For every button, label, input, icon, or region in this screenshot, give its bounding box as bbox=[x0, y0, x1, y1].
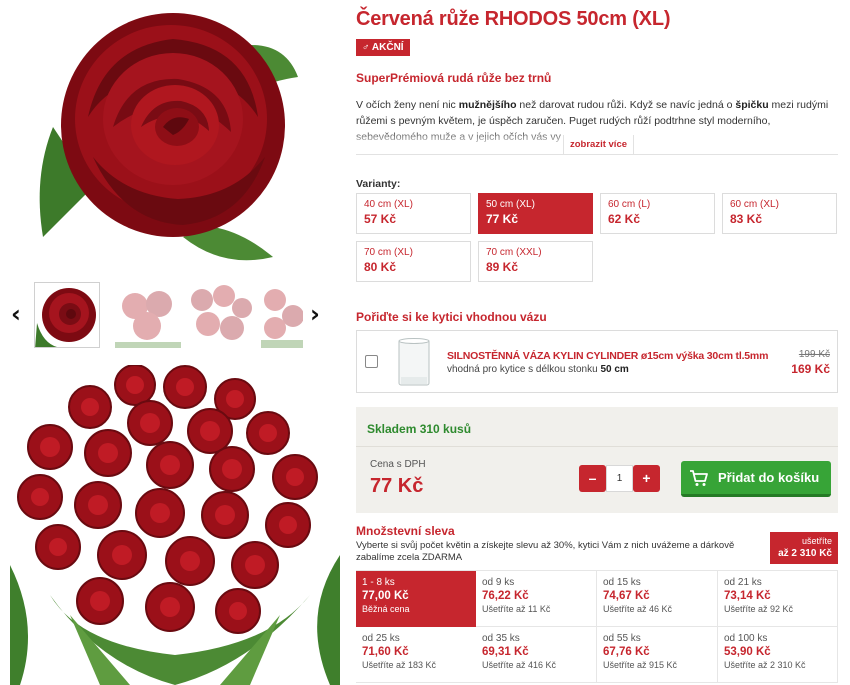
discount-tier[interactable]: od 9 ks 76,22 Kč Ušetříte až 11 Kč bbox=[476, 571, 597, 627]
tier-price: 69,31 Kč bbox=[482, 646, 529, 658]
vase-checkbox[interactable] bbox=[365, 355, 378, 368]
tier-save: Ušetříte až 416 Kč bbox=[482, 660, 557, 670]
tier-price: 73,14 Kč bbox=[724, 590, 771, 602]
discount-tier[interactable]: 1 - 8 ks 77,00 Kč Běžná cena bbox=[356, 571, 477, 627]
stock-status: Skladem 310 kusů bbox=[367, 422, 472, 436]
thumbnail-1[interactable] bbox=[34, 282, 100, 348]
variant-option[interactable]: 50 cm (XL) 77 Kč bbox=[478, 193, 593, 234]
tier-range: od 9 ks bbox=[482, 577, 515, 588]
variants-label: Varianty: bbox=[356, 178, 401, 190]
variant-size: 70 cm (XXL) bbox=[486, 247, 542, 258]
thumbnail-4[interactable] bbox=[261, 282, 303, 348]
vase-note: vhodná pro kytice s délkou stonku 50 cm bbox=[447, 364, 629, 375]
discount-tier[interactable]: od 25 ks 71,60 Kč Ušetříte až 183 Kč bbox=[356, 627, 477, 683]
price-label: Cena s DPH bbox=[370, 459, 426, 470]
tier-price: 76,22 Kč bbox=[482, 590, 529, 602]
vase-heading: Pořiďte si ke kytici vhodnou vázu bbox=[356, 310, 547, 324]
tier-price: 67,76 Kč bbox=[603, 646, 650, 658]
tier-save: Ušetříte až 92 Kč bbox=[724, 604, 794, 614]
quantity-input[interactable] bbox=[606, 465, 633, 492]
tier-range: od 25 ks bbox=[362, 633, 400, 644]
variant-price: 83 Kč bbox=[730, 212, 763, 226]
savings-label: ušetříte bbox=[801, 536, 832, 546]
discount-tier[interactable]: od 21 ks 73,14 Kč Ušetříte až 92 Kč bbox=[718, 571, 838, 627]
quantity-discount-heading: Množstevní sleva bbox=[356, 524, 455, 538]
variant-option[interactable]: 70 cm (XL) 80 Kč bbox=[356, 241, 471, 282]
variant-option[interactable]: 60 cm (L) 62 Kč bbox=[600, 193, 715, 234]
tier-price: 77,00 Kč bbox=[362, 590, 409, 602]
tier-save: Ušetříte až 183 Kč bbox=[362, 660, 437, 670]
quantity-increase-button[interactable]: + bbox=[633, 465, 660, 492]
vase-name[interactable]: SILNOSTĚNNÁ VÁZA KYLIN CYLINDER ø15cm vý… bbox=[447, 350, 768, 362]
price-value: 77 Kč bbox=[370, 475, 424, 497]
vase-offer: SILNOSTĚNNÁ VÁZA KYLIN CYLINDER ø15cm vý… bbox=[356, 330, 838, 393]
discount-tier[interactable]: od 35 ks 69,31 Kč Ušetříte až 416 Kč bbox=[476, 627, 597, 683]
tier-save: Běžná cena bbox=[362, 604, 410, 614]
tier-save: Ušetříte až 46 Kč bbox=[603, 604, 673, 614]
tier-save: Ušetříte až 915 Kč bbox=[603, 660, 678, 670]
variant-price: 80 Kč bbox=[364, 260, 397, 274]
tier-save: Ušetříte až 2 310 Kč bbox=[724, 660, 806, 670]
buy-box: Skladem 310 kusů Cena s DPH 77 Kč – + Př… bbox=[356, 407, 838, 513]
sale-badge: ♂ AKČNÍ bbox=[356, 39, 410, 56]
variant-size: 40 cm (XL) bbox=[364, 199, 413, 210]
variant-price: 62 Kč bbox=[608, 212, 641, 226]
buy-box-divider bbox=[356, 446, 838, 447]
tier-range: 1 - 8 ks bbox=[362, 577, 395, 588]
variant-price: 77 Kč bbox=[486, 212, 519, 226]
vase-image bbox=[398, 338, 430, 386]
main-product-photo[interactable] bbox=[33, 7, 299, 275]
discount-tier[interactable]: od 55 ks 67,76 Kč Ušetříte až 915 Kč bbox=[597, 627, 718, 683]
vase-new-price: 169 Kč bbox=[791, 362, 830, 376]
cart-icon bbox=[690, 470, 708, 486]
product-title: Červená růže RHODOS 50cm (XL) bbox=[356, 8, 671, 30]
tier-price: 53,90 Kč bbox=[724, 646, 771, 658]
add-to-cart-label: Přidat do košíku bbox=[718, 470, 820, 485]
thumbnail-2[interactable] bbox=[115, 282, 181, 348]
tier-range: od 35 ks bbox=[482, 633, 520, 644]
tier-range: od 15 ks bbox=[603, 577, 641, 588]
thumbnail-strip: ‹ › bbox=[0, 280, 340, 352]
tier-range: od 21 ks bbox=[724, 577, 762, 588]
variant-option[interactable]: 70 cm (XXL) 89 Kč bbox=[478, 241, 593, 282]
variant-price: 57 Kč bbox=[364, 212, 397, 226]
tier-price: 71,60 Kč bbox=[362, 646, 409, 658]
tier-range: od 100 ks bbox=[724, 633, 768, 644]
quantity-decrease-button[interactable]: – bbox=[579, 465, 606, 492]
gallery-prev-arrow-icon[interactable]: ‹ bbox=[11, 302, 21, 326]
savings-badge: ušetříte až 2 310 Kč bbox=[770, 532, 838, 564]
savings-value: až 2 310 Kč bbox=[778, 548, 832, 559]
discount-tier[interactable]: od 100 ks 53,90 Kč Ušetříte až 2 310 Kč bbox=[718, 627, 838, 683]
bouquet-photo[interactable] bbox=[10, 365, 340, 685]
add-to-cart-button[interactable]: Přidat do košíku bbox=[681, 461, 831, 497]
tier-save: Ušetříte až 11 Kč bbox=[482, 604, 551, 614]
vase-old-price: 199 Kč bbox=[798, 349, 830, 360]
variant-option[interactable]: 60 cm (XL) 83 Kč bbox=[722, 193, 837, 234]
product-subtitle: SuperPrémiová rudá růže bez trnů bbox=[356, 71, 552, 85]
variant-size: 60 cm (L) bbox=[608, 199, 651, 210]
variant-option[interactable]: 40 cm (XL) 57 Kč bbox=[356, 193, 471, 234]
tier-range: od 55 ks bbox=[603, 633, 641, 644]
variant-size: 70 cm (XL) bbox=[364, 247, 413, 258]
gallery-next-arrow-icon[interactable]: › bbox=[310, 302, 320, 326]
quantity-discount-description: Vyberte si svůj počet květin a získejte … bbox=[356, 540, 735, 563]
thumbnail-3[interactable] bbox=[186, 282, 252, 348]
variant-size: 60 cm (XL) bbox=[730, 199, 779, 210]
show-more-link[interactable]: zobrazit více bbox=[563, 135, 635, 155]
variant-price: 89 Kč bbox=[486, 260, 519, 274]
discount-tier[interactable]: od 15 ks 74,67 Kč Ušetříte až 46 Kč bbox=[597, 571, 718, 627]
variant-size: 50 cm (XL) bbox=[486, 199, 535, 210]
tier-price: 74,67 Kč bbox=[603, 590, 650, 602]
